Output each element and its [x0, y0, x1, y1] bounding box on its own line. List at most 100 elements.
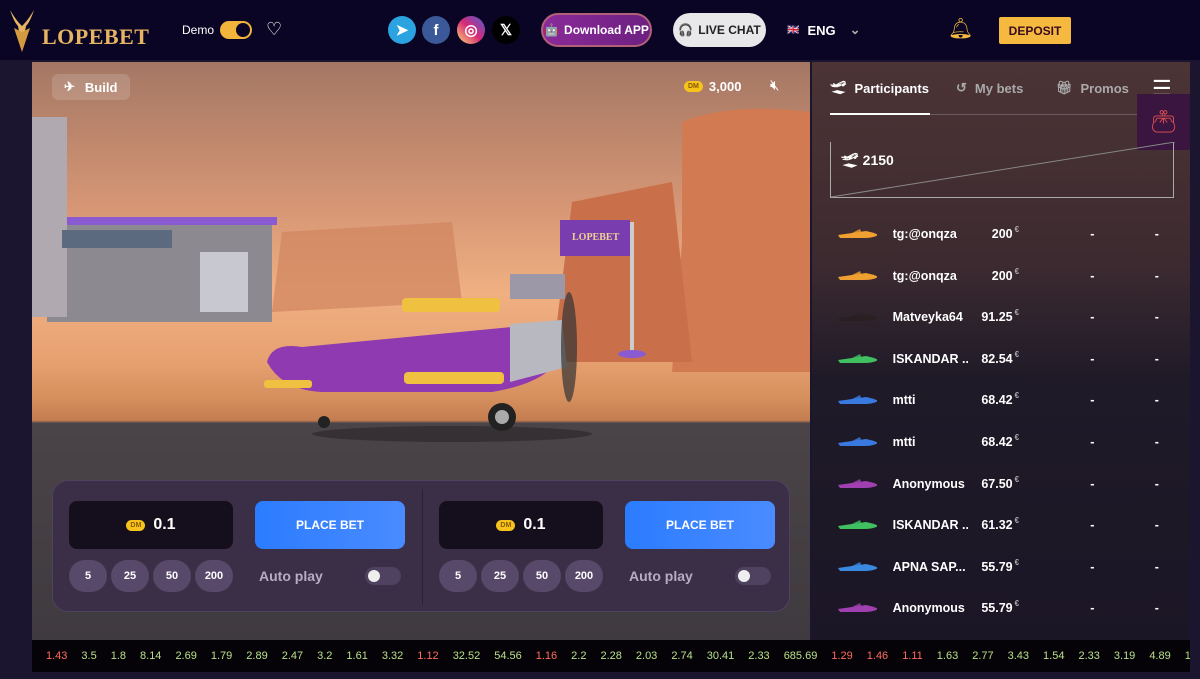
autoplay-label: Auto play: [629, 568, 693, 584]
participant-row: ISKANDAR ... 82.54 € - -: [836, 344, 1166, 374]
participants-graph: 🛫︎ 2150: [830, 141, 1176, 198]
euro-icon: €: [1014, 308, 1020, 318]
participant-row: tg:@onqza 200 € - -: [836, 219, 1166, 249]
participant-name: mtti: [892, 435, 916, 449]
multiplier: -: [1090, 310, 1095, 325]
bet-amount: 91.25: [981, 310, 1013, 325]
participant-row: ISKANDAR ... 61.32 € - -: [836, 510, 1166, 540]
autoplay-label: Auto play: [259, 568, 323, 584]
history-multiplier[interactable]: 1.61: [346, 650, 367, 662]
dm-coin-icon: DM: [496, 519, 516, 531]
quick-amount-chip[interactable]: 25: [111, 560, 149, 592]
participant-name: Anonymous: [892, 601, 965, 616]
bet-amount-input[interactable]: DM 0.1: [69, 501, 233, 549]
history-multiplier[interactable]: 1.46: [867, 650, 888, 662]
euro-icon: €: [1014, 225, 1020, 234]
euro-icon: €: [1014, 557, 1020, 567]
live-chat-button[interactable]: 🎧 LIVE CHAT: [673, 13, 766, 47]
history-multiplier[interactable]: 2.28: [600, 650, 621, 662]
participant-name: mtti: [892, 393, 916, 408]
history-multiplier[interactable]: 30.41: [707, 650, 735, 662]
quick-amount-chip[interactable]: 5: [69, 560, 107, 592]
x-icon[interactable]: 𝕏: [492, 16, 520, 44]
history-multiplier[interactable]: 3.43: [1008, 650, 1029, 662]
history-multiplier[interactable]: 1.8: [111, 650, 126, 662]
autoplay-toggle[interactable]: [365, 567, 401, 585]
quick-amount-chip[interactable]: 200: [565, 560, 603, 592]
active-tab-underline: [830, 113, 930, 115]
deposit-button[interactable]: DEPOSIT: [999, 17, 1071, 44]
history-multiplier[interactable]: 2.47: [282, 650, 303, 662]
history-multiplier[interactable]: 2.69: [175, 650, 196, 662]
history-multiplier[interactable]: 1.79: [211, 650, 232, 662]
win-amount: -: [1154, 268, 1159, 283]
tab-my-bets[interactable]: ↺ My bets: [956, 80, 1023, 96]
history-multiplier[interactable]: 8.14: [140, 650, 161, 662]
win-amount: -: [1154, 310, 1159, 325]
history-multiplier[interactable]: 4.89: [1149, 650, 1170, 662]
plane-avatar-icon: [838, 229, 877, 238]
heart-icon[interactable]: ♡: [266, 19, 282, 40]
history-multiplier[interactable]: 3.2: [317, 650, 332, 662]
participant-name: ISKANDAR ...: [892, 351, 969, 366]
mute-icon[interactable]: 🔇︎: [770, 77, 779, 94]
place-bet-button[interactable]: PLACE BET: [625, 501, 775, 549]
language-selector[interactable]: 🇬🇧 ENG ⌄: [787, 22, 861, 38]
history-multiplier[interactable]: 2.77: [972, 650, 993, 662]
history-multiplier[interactable]: 1.16: [536, 650, 557, 662]
euro-icon: €: [1014, 599, 1020, 609]
history-multiplier[interactable]: 2.03: [636, 650, 657, 662]
history-multiplier[interactable]: 1.54: [1043, 650, 1064, 662]
history-multiplier[interactable]: 3.5: [81, 650, 96, 662]
instagram-icon[interactable]: ◎: [457, 16, 485, 44]
bell-icon[interactable]: 🔔︎: [948, 16, 973, 41]
download-label: Download APP: [564, 23, 649, 37]
history-multiplier[interactable]: 2.33: [748, 650, 769, 662]
multiplier: -: [1090, 351, 1095, 366]
tab-label: Participants: [854, 80, 929, 96]
bet-amount: 82.54: [981, 351, 1013, 366]
participant-name: APNA SAP...: [892, 559, 966, 574]
demo-toggle[interactable]: [220, 21, 252, 39]
history-multiplier[interactable]: 2.74: [671, 650, 692, 662]
autoplay-toggle[interactable]: [735, 567, 771, 585]
win-amount: -: [1154, 518, 1159, 533]
bet-amount-input[interactable]: DM 0.1: [439, 501, 603, 549]
logo[interactable]: LOPEBET: [6, 8, 149, 54]
history-multiplier[interactable]: 2.2: [571, 650, 586, 662]
history-multiplier[interactable]: 32.52: [453, 650, 481, 662]
place-bet-button[interactable]: PLACE BET: [255, 501, 405, 549]
facebook-icon[interactable]: f: [422, 16, 450, 44]
download-app-button[interactable]: 🤖 Download APP: [541, 13, 652, 47]
quick-amount-chip[interactable]: 25: [481, 560, 519, 592]
plane-avatar-icon: [838, 395, 877, 405]
win-amount: -: [1154, 559, 1159, 574]
history-multiplier[interactable]: 1.43: [46, 650, 67, 662]
tab-promos[interactable]: 🎁︎ Promos: [1056, 80, 1129, 96]
language-label: ENG: [807, 22, 836, 38]
history-multiplier[interactable]: 1.64: [1185, 650, 1190, 662]
history-multiplier[interactable]: 3.19: [1114, 650, 1135, 662]
quick-amount-chip[interactable]: 50: [523, 560, 561, 592]
telegram-icon[interactable]: ➤: [388, 16, 416, 44]
history-multiplier[interactable]: 1.11: [902, 650, 923, 662]
history-multiplier[interactable]: 54.56: [494, 650, 522, 662]
history-multiplier[interactable]: 1.63: [937, 650, 958, 662]
tab-participants[interactable]: 🛫︎ Participants: [830, 80, 929, 96]
history-multiplier[interactable]: 685.69: [784, 650, 818, 662]
plane-avatar-icon: [838, 270, 877, 280]
euro-icon: €: [1014, 516, 1020, 526]
quick-amount-chip[interactable]: 200: [195, 560, 233, 592]
win-amount: -: [1154, 227, 1159, 241]
tab-label: My bets: [974, 80, 1024, 96]
build-button[interactable]: ✈ Build: [52, 74, 130, 100]
history-multiplier[interactable]: 3.32: [382, 650, 403, 662]
history-multiplier[interactable]: 1.29: [831, 650, 852, 662]
bet-amount: 68.42: [981, 435, 1013, 449]
participant-name: Matveyka64: [892, 310, 963, 325]
quick-amount-chip[interactable]: 5: [439, 560, 477, 592]
quick-amount-chip[interactable]: 50: [153, 560, 191, 592]
history-multiplier[interactable]: 2.89: [246, 650, 267, 662]
history-multiplier[interactable]: 2.33: [1078, 650, 1099, 662]
history-multiplier[interactable]: 1.12: [417, 650, 438, 662]
